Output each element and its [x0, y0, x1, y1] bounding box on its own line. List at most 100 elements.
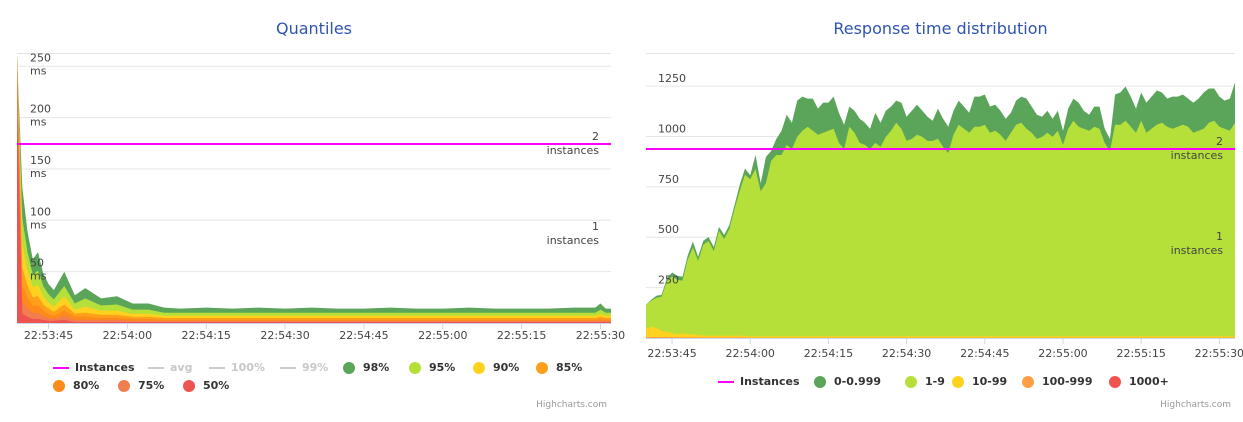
x-tick-label: 22:54:15 — [182, 329, 231, 342]
legend-line-symbol — [280, 366, 296, 369]
legend-label: 99% — [302, 361, 329, 374]
instances-value-label: 2 — [1216, 135, 1223, 148]
legend-label: 1000+ — [1129, 375, 1169, 388]
legend-item-95-[interactable]: 95% — [409, 361, 455, 374]
response-time-chart: 250 500 750 1000 1250 22:53:45 22:54:00 22:54:1… — [646, 72, 1243, 360]
legend-item-99-[interactable]: 99% — [280, 361, 328, 374]
legend-dot-symbol — [1022, 375, 1034, 388]
y-tick-label: 200 — [30, 103, 51, 116]
legend-label: 10-99 — [972, 375, 1008, 388]
legend-item-75-[interactable]: 75% — [118, 379, 164, 392]
legend-label: 98% — [363, 361, 390, 374]
legend-dot-symbol — [814, 375, 826, 388]
legend-label: Instances — [740, 375, 800, 388]
legend-item-Instances[interactable]: Instances — [53, 361, 135, 374]
x-tick-label: 22:55:30 — [576, 329, 625, 342]
instances-unit-label: instances — [547, 144, 600, 157]
legend-item-85-[interactable]: 85% — [536, 361, 582, 374]
legend-label: 1-9 — [925, 375, 945, 388]
response-time-panel: Response time distribution 250 500 750 1000… — [646, 0, 1243, 422]
x-tick-label: 22:55:00 — [1038, 347, 1087, 360]
x-axis-labels: 22:53:45 22:54:00 22:54:15 22:54:30 22:54:45… — [24, 323, 625, 342]
quantiles-chart: 50ms100ms150ms200ms250ms22:53:45 22:54:00… — [17, 51, 625, 342]
legend-line-symbol — [53, 366, 69, 369]
x-tick-label: 22:54:15 — [804, 347, 853, 360]
series-area-50-[interactable] — [17, 107, 611, 323]
legend-label: 80% — [73, 379, 100, 392]
legend-dot-symbol — [952, 375, 964, 388]
legend-label: 90% — [493, 361, 520, 374]
legend-item-1000-[interactable]: 1000+ — [1109, 375, 1169, 388]
x-tick-label: 22:55:15 — [1116, 347, 1165, 360]
response-time-legend: Instances 0-0.999 1-9 10-99 100-999 1000+ — [646, 372, 1235, 392]
legend-item-10-99[interactable]: 10-99 — [952, 375, 1007, 388]
legend-dot-symbol — [409, 361, 421, 374]
y-tick-label: 100 — [30, 205, 51, 218]
series-area-98-[interactable] — [17, 56, 611, 323]
highcharts-credit[interactable]: Highcharts.com — [536, 400, 607, 410]
series-area-1-9[interactable] — [646, 120, 1235, 338]
instances-value-label: 2 — [592, 130, 599, 143]
legend-dot-symbol — [118, 379, 130, 392]
y-tick-label: 250 — [658, 274, 679, 287]
legend-label: 100% — [231, 361, 265, 374]
x-tick-label: 22:54:00 — [103, 329, 152, 342]
legend-item-Instances[interactable]: Instances — [718, 375, 800, 388]
legend-line-symbol — [718, 380, 734, 383]
legend-item-0-0-999[interactable]: 0-0.999 — [814, 375, 881, 388]
y-tick-label: 500 — [658, 223, 679, 236]
legend-dot-symbol — [343, 361, 355, 374]
x-tick-label: 22:53:45 — [24, 329, 73, 342]
legend-dot-symbol — [473, 361, 485, 374]
instances-unit-label: instances — [547, 234, 600, 247]
legend-label: 85% — [556, 361, 583, 374]
y-tick-unit: ms — [30, 116, 47, 129]
y-tick-label: 250 — [30, 51, 51, 64]
y-tick-label: 150 — [30, 154, 51, 167]
y-tick-unit: ms — [30, 270, 47, 283]
y-tick-unit: ms — [30, 64, 47, 77]
y-tick-label: 1250 — [658, 72, 686, 85]
instances-unit-label: instances — [1171, 244, 1224, 257]
gridlines — [17, 65, 611, 273]
x-tick-label: 22:54:45 — [960, 347, 1009, 360]
x-tick-label: 22:55:30 — [1195, 347, 1243, 360]
instances-value-label: 1 — [1216, 230, 1223, 243]
legend-label: 0-0.999 — [834, 375, 882, 388]
legend-item-1-9[interactable]: 1-9 — [905, 375, 945, 388]
legend-dot-symbol — [905, 375, 917, 388]
legend-item-90-[interactable]: 90% — [473, 361, 519, 374]
legend-dot-symbol — [1109, 375, 1121, 388]
quantiles-legend: Instances avg 100% 99% 98% 95% 90% 85% 80% 75% 50% — [17, 356, 611, 396]
legend-item-100-[interactable]: 100% — [209, 361, 265, 374]
highcharts-credit[interactable]: Highcharts.com — [1160, 400, 1231, 410]
y-tick-unit: ms — [30, 167, 47, 180]
x-axis-labels: 22:53:45 22:54:00 22:54:15 22:54:30 22:54:45… — [647, 338, 1243, 360]
y-tick-label: 750 — [658, 173, 679, 186]
legend-item-avg[interactable]: avg — [148, 361, 192, 374]
series-area-80-[interactable] — [17, 56, 611, 323]
x-tick-label: 22:53:45 — [647, 347, 696, 360]
legend-item-100-999[interactable]: 100-999 — [1022, 375, 1093, 388]
legend-item-80-[interactable]: 80% — [53, 379, 99, 392]
x-tick-label: 22:54:30 — [260, 329, 309, 342]
legend-item-50-[interactable]: 50% — [183, 379, 229, 392]
legend-label: Instances — [75, 361, 135, 374]
x-tick-label: 22:54:00 — [726, 347, 775, 360]
series-area-75-[interactable] — [17, 56, 611, 323]
legend-dot-symbol — [53, 379, 65, 392]
x-tick-label: 22:55:00 — [418, 329, 467, 342]
legend-label: 50% — [203, 379, 230, 392]
legend-line-symbol — [209, 366, 225, 369]
y-axis-labels: 250 500 750 1000 1250 — [658, 72, 686, 287]
series-area-90-[interactable] — [17, 56, 611, 323]
legend-dot-symbol — [536, 361, 548, 374]
series-area-85-[interactable] — [17, 56, 611, 323]
legend-item-98-[interactable]: 98% — [343, 361, 389, 374]
y-axis-labels: 50ms100ms150ms200ms250ms — [30, 51, 51, 282]
legend-label: avg — [170, 361, 193, 374]
x-tick-label: 22:55:15 — [497, 329, 546, 342]
series-area-95-[interactable] — [17, 56, 611, 323]
x-tick-label: 22:54:45 — [339, 329, 388, 342]
legend-line-symbol — [148, 366, 164, 369]
